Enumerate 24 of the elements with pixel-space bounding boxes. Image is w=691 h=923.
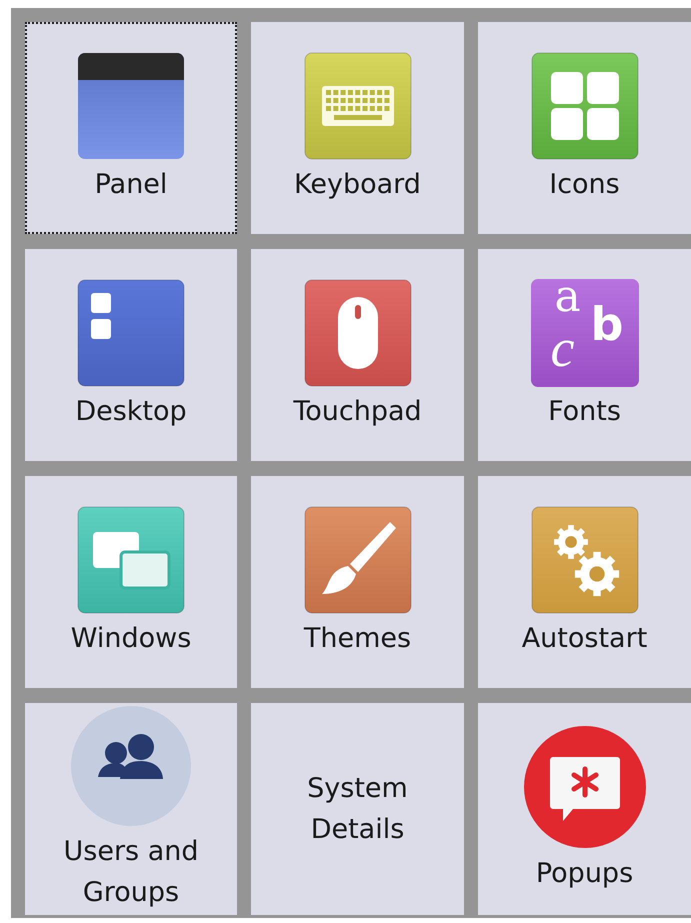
- paintbrush-icon: [304, 506, 412, 614]
- settings-tile[interactable]: Icons: [478, 22, 691, 234]
- settings-tile[interactable]: Keyboard: [251, 22, 464, 234]
- windows-icon: [77, 506, 185, 614]
- settings-tile[interactable]: System Details: [251, 703, 464, 915]
- settings-tile[interactable]: Panel: [25, 22, 237, 234]
- letter-glyph: a: [554, 274, 581, 318]
- settings-tile[interactable]: Desktop: [25, 249, 237, 461]
- keyboard-icon: [304, 52, 412, 160]
- letter-glyph: c: [550, 320, 574, 374]
- grid-icon: [530, 52, 638, 160]
- letter-glyph: b: [590, 300, 624, 346]
- settings-tile[interactable]: Touchpad: [251, 249, 464, 461]
- gears-icon: [530, 506, 638, 614]
- mouse-icon: [304, 278, 412, 386]
- notification-icon: [522, 724, 646, 848]
- panel-icon: [77, 52, 185, 160]
- users-icon: [70, 705, 192, 827]
- desktop-icon: [77, 278, 185, 386]
- settings-tile[interactable]: Themes: [251, 476, 464, 688]
- settings-tile[interactable]: Users and Groups: [25, 703, 237, 915]
- settings-tile[interactable]: Popups: [478, 703, 691, 915]
- settings-tile[interactable]: Windows: [25, 476, 237, 688]
- settings-tile[interactable]: Autostart: [478, 476, 691, 688]
